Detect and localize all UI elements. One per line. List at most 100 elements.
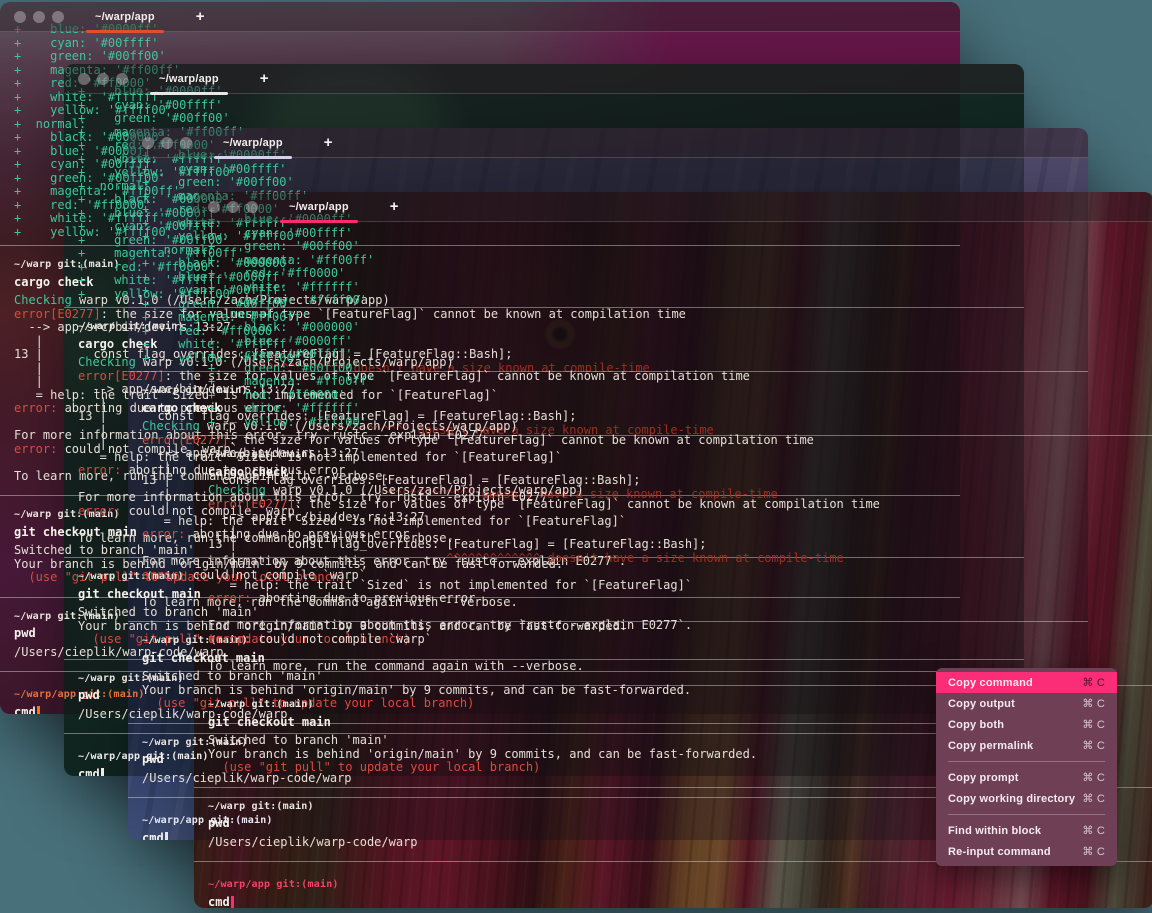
minimize-button[interactable] [161, 137, 173, 149]
menu-divider [948, 761, 1105, 762]
prompt-line: ~/warp git:(main) [208, 448, 1140, 462]
menu-item-copy-both[interactable]: Copy both ⌘ C [936, 714, 1117, 735]
menu-item-label: Copy permalink [948, 740, 1033, 752]
terminal-line: + magenta: '#ff00ff' [208, 375, 1140, 389]
menu-item-shortcut: ⌘ C [1082, 771, 1105, 784]
zoom-button[interactable] [52, 11, 64, 23]
terminal-line: + cyan: '#00ffff' [142, 163, 1074, 177]
new-tab-button[interactable]: + [260, 71, 269, 86]
menu-item-re-input-command[interactable]: Re-input command ⌘ C [936, 841, 1117, 862]
menu-item-shortcut: ⌘ C [1082, 676, 1105, 689]
minimize-button[interactable] [33, 11, 45, 23]
terminal-line: + cyan: '#00ffff' [78, 99, 1010, 113]
terminal-line: + yellow: '#ffff00' [208, 294, 1140, 308]
menu-item-copy-command[interactable]: Copy command ⌘ C [936, 672, 1117, 693]
terminal-line: 13 | const flag_overrides: [FeatureFlag]… [208, 538, 1140, 552]
tab-warp-app[interactable]: ~/warp/app [150, 64, 228, 93]
close-button[interactable] [78, 73, 90, 85]
menu-item-copy-prompt[interactable]: Copy prompt ⌘ C [936, 767, 1117, 788]
tab-title: ~/warp/app [95, 11, 155, 23]
terminal-cursor [37, 706, 40, 715]
menu-item-shortcut: ⌘ C [1082, 739, 1105, 752]
tab-warp-app[interactable]: ~/warp/app [280, 192, 358, 221]
terminal-cursor [231, 896, 234, 909]
new-tab-button[interactable]: + [324, 135, 333, 150]
terminal-line: + cyan: '#00ffff' [14, 37, 946, 51]
tab-title: ~/warp/app [289, 201, 349, 213]
terminal-line: Checking warp v0.1.0 (/Users/zach/Projec… [208, 484, 1140, 498]
tab-warp-app[interactable]: ~/warp/app [214, 128, 292, 157]
terminal-block-cmd[interactable]: ~/warp/app git:(main) cmd [208, 862, 1140, 908]
minimize-button[interactable] [97, 73, 109, 85]
menu-item-label: Re-input command [948, 846, 1051, 858]
menu-item-copy-output[interactable]: Copy output ⌘ C [936, 693, 1117, 714]
terminal-block-cargo-check[interactable]: ~/warp git:(main) cargo check Checking war… [208, 436, 1140, 685]
traffic-lights [142, 137, 192, 149]
terminal-line: + green: '#00ff00' [208, 240, 1140, 254]
tab-title: ~/warp/app [159, 73, 219, 85]
traffic-lights [14, 11, 64, 23]
menu-item-shortcut: ⌘ C [1082, 845, 1105, 858]
terminal-line: + blue: '#0000ff' [208, 335, 1140, 349]
command-text: cargo check [208, 466, 1140, 480]
close-button[interactable] [142, 137, 154, 149]
tab-warp-app[interactable]: ~/warp/app [86, 2, 164, 31]
terminal-line [208, 646, 1140, 660]
terminal-line: + green: '#00ff00' [78, 112, 1010, 126]
terminal-line: + green: '#00ff00' [14, 50, 946, 64]
terminal-line: error: could not compile `warp` [208, 633, 1140, 647]
terminal-line: | [208, 565, 1140, 579]
prompt-line: ~/warp/app git:(main) [208, 878, 1140, 892]
menu-item-shortcut: ⌘ C [1082, 718, 1105, 731]
menu-item-find-within-block[interactable]: Find within block⌘ C [936, 820, 1117, 841]
menu-item-label: Copy command [948, 677, 1033, 689]
terminal-line: + green: '#00ff00' [208, 362, 1140, 376]
traffic-lights [208, 201, 258, 213]
terminal-line: + white: '#ffffff' [208, 281, 1140, 295]
terminal-line: error: aborting due to previous error [208, 592, 1140, 606]
traffic-lights [78, 73, 128, 85]
window-titlebar[interactable]: ~/warp/app + [194, 192, 1152, 222]
close-button[interactable] [208, 201, 220, 213]
new-tab-button[interactable]: + [390, 199, 399, 214]
terminal-line: + magenta: '#ff00ff' [208, 254, 1140, 268]
terminal-line: + red: '#ff0000' [208, 389, 1140, 403]
terminal-line: + cyan: '#00ffff' [208, 348, 1140, 362]
zoom-button[interactable] [180, 137, 192, 149]
block-context-menu: Copy command ⌘ C Copy output ⌘ C Copy both ⌘ … [936, 668, 1117, 866]
close-button[interactable] [14, 11, 26, 23]
terminal-line: | ^^^^^^^^^^^^^ doesn't have a size know… [208, 552, 1140, 566]
menu-divider [948, 814, 1105, 815]
zoom-button[interactable] [116, 73, 128, 85]
menu-item-shortcut: ⌘ C [1082, 792, 1105, 805]
menu-item-label: Copy prompt [948, 772, 1019, 784]
terminal-line: + white: '#ffffff' [208, 402, 1140, 416]
minimize-button[interactable] [227, 201, 239, 213]
new-tab-button[interactable]: + [196, 9, 205, 24]
terminal-line: = help: the trait `Sized` is not impleme… [208, 579, 1140, 593]
terminal-line: + cyan: '#00ffff' [208, 227, 1140, 241]
terminal-line: | [208, 525, 1140, 539]
menu-item-shortcut: ⌘ C [1082, 697, 1105, 710]
terminal-line: + black: '#000000' [208, 321, 1140, 335]
terminal-line: --> app/src/bin/dev.rs:13:27 [208, 511, 1140, 525]
menu-item-copy-permalink[interactable]: Copy permalink ⌘ C [936, 735, 1117, 756]
window-titlebar[interactable]: ~/warp/app + [64, 64, 1024, 94]
menu-item-label: Find within block [948, 825, 1041, 837]
terminal-block-diff[interactable]: + blue: '#0000ff'+ cyan: '#00ffff'+ gree… [208, 213, 1140, 435]
tab-title: ~/warp/app [223, 137, 283, 149]
terminal-line: For more information about this error, t… [208, 619, 1140, 633]
window-titlebar[interactable]: ~/warp/app + [0, 2, 960, 32]
window-titlebar[interactable]: ~/warp/app + [128, 128, 1088, 158]
menu-item-label: Copy output [948, 698, 1015, 710]
terminal-line: + yellow: '#ffff00' [208, 416, 1140, 430]
terminal-line: + normal: [208, 308, 1140, 322]
menu-item-label: Copy both [948, 719, 1004, 731]
zoom-button[interactable] [246, 201, 258, 213]
menu-item-copy-working-directory[interactable]: Copy working directory ⌘ C [936, 788, 1117, 809]
command-text: cmd [208, 896, 1140, 909]
terminal-line: + red: '#ff0000' [208, 267, 1140, 281]
terminal-line: + green: '#00ff00' [142, 176, 1074, 190]
menu-item-label: Copy working directory [948, 793, 1075, 805]
terminal-cursor [165, 832, 168, 841]
